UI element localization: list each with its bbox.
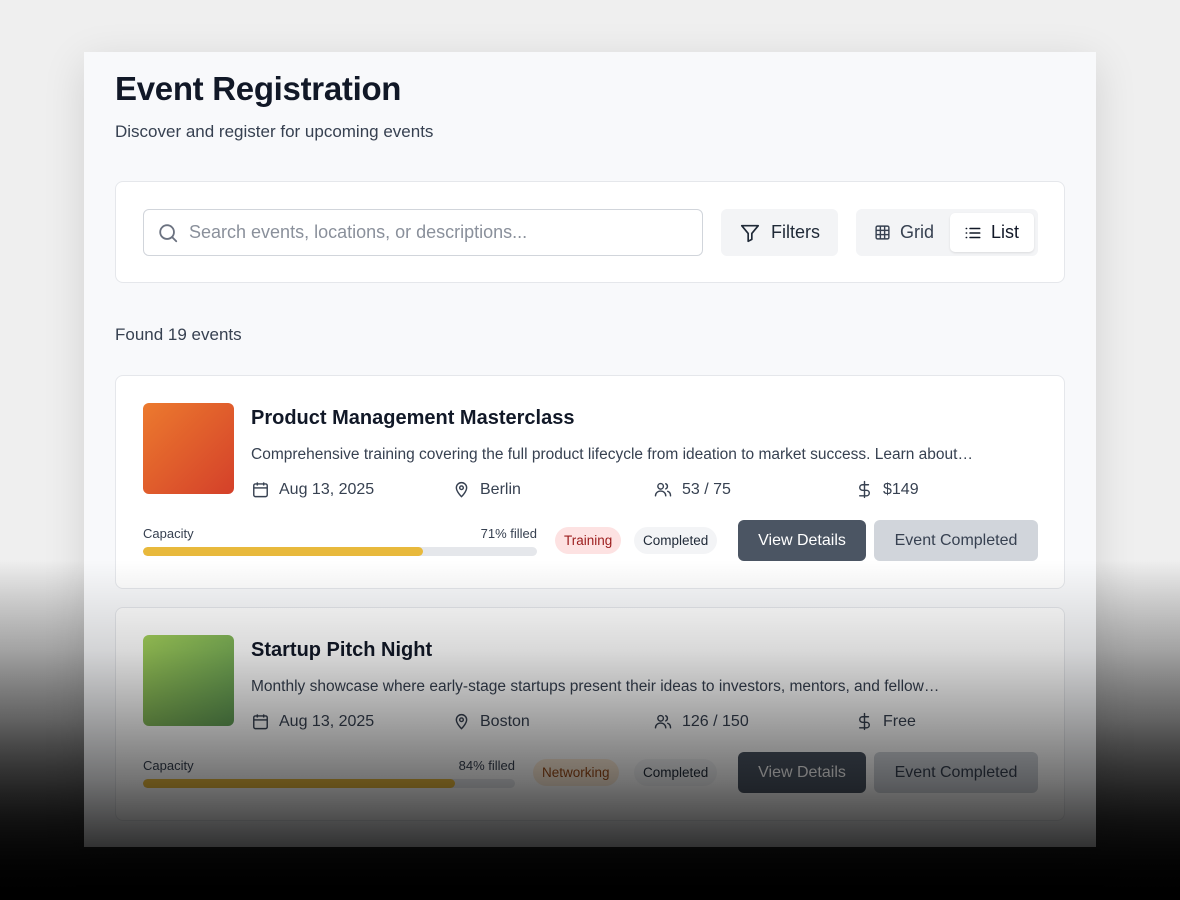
view-details-button[interactable]: View Details — [738, 752, 866, 793]
event-completed-button[interactable]: Event Completed — [874, 752, 1038, 793]
capacity-bar — [143, 779, 515, 788]
capacity-label: Capacity — [143, 758, 194, 773]
view-toggle: Grid List — [856, 209, 1038, 256]
capacity-label: Capacity — [143, 526, 194, 541]
view-grid-button[interactable]: Grid — [860, 213, 948, 252]
event-card[interactable]: Startup Pitch Night Monthly showcase whe… — [115, 607, 1065, 821]
status-badge: Completed — [634, 759, 718, 786]
filter-icon — [740, 224, 760, 242]
page-subtitle: Discover and register for upcoming event… — [115, 122, 434, 141]
event-thumbnail — [143, 635, 234, 726]
location-pin-icon — [455, 481, 468, 498]
event-title[interactable]: Startup Pitch Night — [251, 639, 432, 662]
location-pin-icon — [455, 713, 468, 730]
search-box[interactable] — [143, 209, 703, 256]
event-attendance-text: 126 / 150 — [682, 712, 749, 730]
event-attendance-text: 53 / 75 — [682, 480, 731, 498]
users-icon — [654, 482, 672, 497]
event-date: Aug 13, 2025 — [251, 480, 374, 499]
event-attendance: 53 / 75 — [653, 480, 731, 499]
event-location: Berlin — [452, 480, 521, 499]
view-grid-label: Grid — [900, 222, 935, 242]
view-list-label: List — [991, 222, 1020, 242]
view-list-button[interactable]: List — [950, 213, 1034, 252]
calendar-icon — [253, 714, 268, 730]
event-completed-button[interactable]: Event Completed — [874, 520, 1038, 561]
event-location: Boston — [452, 712, 530, 731]
search-input[interactable] — [189, 210, 689, 255]
list-icon — [965, 227, 981, 238]
event-card[interactable]: Product Management Masterclass Comprehen… — [115, 375, 1065, 589]
capacity-percent: 84% filled — [458, 758, 515, 773]
event-location-text: Berlin — [480, 480, 521, 498]
event-price-text: $149 — [883, 480, 919, 498]
search-toolbar: Filters Grid List — [115, 181, 1065, 283]
event-location-text: Boston — [480, 712, 530, 730]
event-date-text: Aug 13, 2025 — [279, 480, 375, 498]
category-badge: Networking — [533, 759, 619, 786]
result-count: Found 19 events — [115, 325, 242, 344]
capacity-bar-fill — [143, 779, 456, 788]
event-description: Monthly showcase where early-stage start… — [251, 678, 940, 695]
main-panel: Event Registration Discover and register… — [84, 52, 1096, 847]
capacity-bar-fill — [143, 547, 423, 556]
event-thumbnail — [143, 403, 234, 494]
capacity-bar — [143, 547, 537, 556]
filters-button[interactable]: Filters — [721, 209, 838, 256]
view-details-button[interactable]: View Details — [738, 520, 866, 561]
page-title: Event Registration — [115, 70, 402, 107]
users-icon — [654, 714, 672, 729]
event-price: $149 — [855, 480, 919, 499]
event-date-text: Aug 13, 2025 — [279, 712, 375, 730]
capacity-percent: 71% filled — [480, 526, 537, 541]
event-price-text: Free — [883, 712, 916, 730]
dollar-icon — [859, 480, 870, 499]
calendar-icon — [253, 482, 268, 498]
filters-label: Filters — [771, 222, 820, 242]
event-description: Comprehensive training covering the full… — [251, 446, 973, 463]
event-attendance: 126 / 150 — [653, 712, 749, 731]
dollar-icon — [859, 712, 870, 731]
search-icon — [159, 224, 178, 243]
category-badge: Training — [555, 527, 622, 554]
event-price: Free — [855, 712, 916, 731]
event-date: Aug 13, 2025 — [251, 712, 374, 731]
grid-icon — [875, 225, 890, 240]
event-title[interactable]: Product Management Masterclass — [251, 407, 574, 430]
status-badge: Completed — [634, 527, 718, 554]
